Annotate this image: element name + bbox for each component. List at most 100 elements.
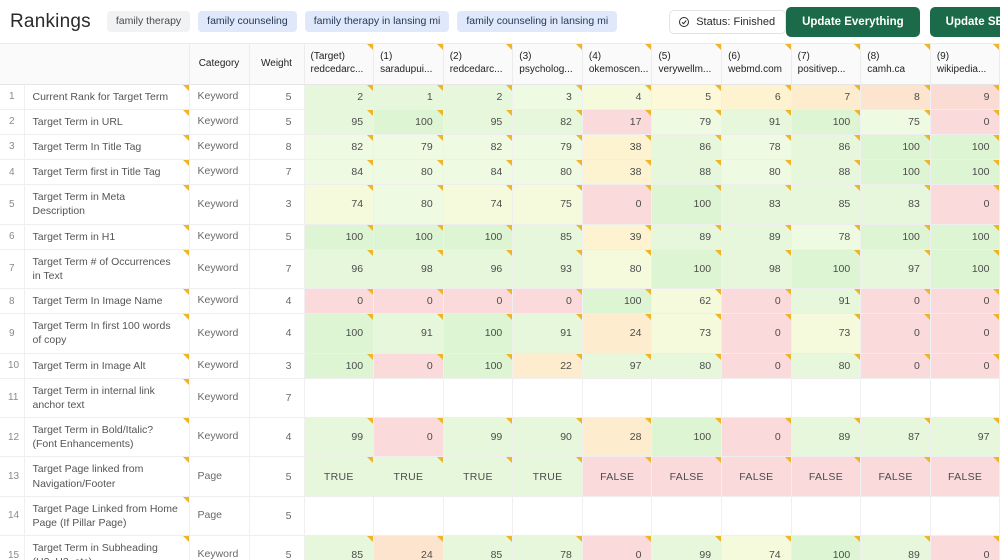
score-cell[interactable]: 0 bbox=[721, 313, 792, 354]
row-category[interactable]: Keyword bbox=[189, 84, 250, 110]
score-cell[interactable]: 98 bbox=[373, 249, 444, 290]
score-cell[interactable]: 24 bbox=[373, 535, 444, 560]
score-cell[interactable]: 100 bbox=[791, 535, 862, 560]
score-cell[interactable]: 0 bbox=[373, 417, 444, 458]
score-cell[interactable] bbox=[860, 378, 931, 419]
row-category[interactable]: Keyword bbox=[189, 313, 250, 354]
score-cell[interactable]: 96 bbox=[304, 249, 375, 290]
row-category[interactable]: Keyword bbox=[189, 134, 250, 161]
score-cell[interactable]: TRUE bbox=[443, 456, 514, 497]
table-row[interactable]: 8 Target Term In Image Name Keyword 4 0 0 0 0 10… bbox=[0, 288, 1000, 315]
col-header-competitor[interactable]: (2) redcedarc... bbox=[443, 44, 514, 85]
score-cell[interactable]: 0 bbox=[721, 353, 792, 379]
score-cell[interactable]: 100 bbox=[860, 224, 931, 250]
score-cell[interactable]: 80 bbox=[791, 353, 862, 379]
row-number[interactable]: 4 bbox=[0, 159, 25, 186]
row-factor-name[interactable]: Target Term in Subheading (H2, H3, etc) bbox=[24, 535, 190, 560]
score-cell[interactable]: 99 bbox=[443, 417, 514, 458]
score-cell[interactable]: 85 bbox=[443, 535, 514, 560]
score-cell[interactable]: 79 bbox=[512, 134, 583, 161]
row-factor-name[interactable]: Target Term # of Occurrences in Text bbox=[24, 249, 190, 290]
score-cell[interactable]: 100 bbox=[304, 313, 375, 354]
table-row[interactable]: 10 Target Term in Image Alt Keyword 3 100 0 10… bbox=[0, 353, 1000, 379]
score-cell[interactable]: 79 bbox=[373, 134, 444, 161]
score-cell[interactable]: 85 bbox=[512, 224, 583, 250]
table-row[interactable]: 2 Target Term in URL Keyword 5 95 100 95 82 17 79… bbox=[0, 109, 1000, 135]
score-cell[interactable]: 0 bbox=[304, 288, 375, 315]
row-category[interactable]: Keyword bbox=[189, 109, 250, 135]
score-cell[interactable]: TRUE bbox=[512, 456, 583, 497]
score-cell[interactable]: 74 bbox=[443, 184, 514, 225]
col-header-competitor[interactable]: (8) camh.ca bbox=[860, 44, 931, 85]
score-cell[interactable]: 80 bbox=[582, 249, 653, 290]
score-cell[interactable]: 4 bbox=[582, 84, 653, 110]
score-cell[interactable]: 8 bbox=[860, 84, 931, 110]
score-cell[interactable]: 86 bbox=[651, 134, 723, 161]
score-cell[interactable]: 75 bbox=[860, 109, 931, 135]
row-weight[interactable]: 5 bbox=[249, 496, 305, 537]
row-category[interactable]: Keyword bbox=[189, 288, 250, 315]
score-cell[interactable]: 78 bbox=[791, 224, 862, 250]
table-row[interactable]: 15 Target Term in Subheading (H2, H3, etc… bbox=[0, 535, 1000, 560]
keyword-chip[interactable]: family therapy bbox=[106, 10, 191, 33]
score-cell[interactable]: 100 bbox=[791, 109, 862, 135]
score-cell[interactable]: 100 bbox=[860, 134, 931, 161]
table-row[interactable]: 4 Target Term first in Title Tag Keyword 7 8… bbox=[0, 159, 1000, 186]
row-weight[interactable]: 8 bbox=[249, 134, 305, 161]
row-weight[interactable]: 5 bbox=[249, 84, 305, 110]
score-cell[interactable]: 78 bbox=[721, 134, 792, 161]
score-cell[interactable]: 99 bbox=[304, 417, 375, 458]
score-cell[interactable] bbox=[651, 378, 723, 419]
col-header-competitor[interactable]: (9) wikipedia... bbox=[930, 44, 1000, 85]
row-number[interactable]: 12 bbox=[0, 417, 25, 458]
score-cell[interactable]: 80 bbox=[721, 159, 792, 186]
score-cell[interactable] bbox=[304, 496, 375, 537]
score-cell[interactable]: 91 bbox=[791, 288, 862, 315]
row-factor-name[interactable]: Target Term In Title Tag bbox=[24, 134, 190, 161]
score-cell[interactable]: TRUE bbox=[304, 456, 375, 497]
score-cell[interactable]: 28 bbox=[582, 417, 653, 458]
score-cell[interactable]: 6 bbox=[721, 84, 792, 110]
table-row[interactable]: 5 Target Term in Meta Description Keyword 3… bbox=[0, 184, 1000, 225]
score-cell[interactable]: 84 bbox=[443, 159, 514, 186]
score-cell[interactable]: 2 bbox=[443, 84, 514, 110]
score-cell[interactable]: 89 bbox=[791, 417, 862, 458]
score-cell[interactable]: 89 bbox=[721, 224, 792, 250]
score-cell[interactable]: 93 bbox=[512, 249, 583, 290]
row-category[interactable]: Keyword bbox=[189, 224, 250, 250]
score-cell[interactable]: 100 bbox=[443, 224, 514, 250]
table-row[interactable]: 11 Target Term in internal link anchor te… bbox=[0, 378, 1000, 419]
score-cell[interactable]: 79 bbox=[651, 109, 723, 135]
score-cell[interactable]: 86 bbox=[791, 134, 862, 161]
row-category[interactable]: Keyword bbox=[189, 184, 250, 225]
table-row[interactable]: 13 Target Page linked from Navigation/Foo… bbox=[0, 456, 1000, 497]
score-cell[interactable]: 80 bbox=[512, 159, 583, 186]
score-cell[interactable]: FALSE bbox=[721, 456, 792, 497]
col-header-row-number[interactable] bbox=[0, 44, 24, 85]
score-cell[interactable]: 95 bbox=[443, 109, 514, 135]
score-cell[interactable]: 100 bbox=[443, 353, 514, 379]
score-cell[interactable] bbox=[651, 496, 723, 537]
row-factor-name[interactable]: Target Page linked from Navigation/Foote… bbox=[24, 456, 190, 497]
row-factor-name[interactable]: Target Term in internal link anchor text bbox=[24, 378, 190, 419]
score-cell[interactable]: 74 bbox=[721, 535, 792, 560]
score-cell[interactable]: 0 bbox=[930, 353, 1000, 379]
score-cell[interactable]: 91 bbox=[373, 313, 444, 354]
row-factor-name[interactable]: Target Term in Bold/Italic? (Font Enhanc… bbox=[24, 417, 190, 458]
score-cell[interactable]: 85 bbox=[791, 184, 862, 225]
score-cell[interactable]: 100 bbox=[373, 224, 444, 250]
score-cell[interactable]: 100 bbox=[651, 249, 723, 290]
score-cell[interactable]: 82 bbox=[512, 109, 583, 135]
row-number[interactable]: 11 bbox=[0, 378, 25, 419]
score-cell[interactable]: 73 bbox=[791, 313, 862, 354]
col-header-competitor[interactable]: (7) positivep... bbox=[791, 44, 862, 85]
score-cell[interactable]: 87 bbox=[860, 417, 931, 458]
score-cell[interactable]: 100 bbox=[304, 224, 375, 250]
keyword-chip[interactable]: family therapy in lansing mi bbox=[304, 10, 450, 33]
row-weight[interactable]: 5 bbox=[249, 456, 305, 497]
row-weight[interactable]: 7 bbox=[249, 249, 305, 290]
score-cell[interactable] bbox=[373, 496, 444, 537]
score-cell[interactable]: 38 bbox=[582, 134, 653, 161]
row-number[interactable]: 14 bbox=[0, 496, 25, 537]
score-cell[interactable]: FALSE bbox=[582, 456, 653, 497]
